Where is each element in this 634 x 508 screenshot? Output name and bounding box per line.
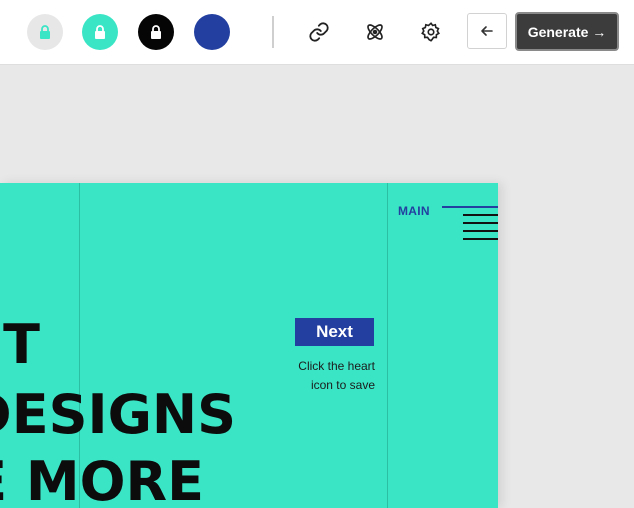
toolbar-divider [272,16,274,48]
generate-button[interactable]: Generate → [515,12,619,51]
lock-icon [95,25,105,39]
back-button[interactable] [467,13,507,49]
hint-line: Click the heart [298,359,375,373]
next-button[interactable]: Next [295,318,374,346]
hint-line: icon to save [310,378,375,392]
link-icon[interactable] [304,17,334,47]
lock-icon [151,25,161,39]
swatch-light[interactable] [27,14,63,50]
headline-line: E MORE [0,450,204,508]
atom-icon[interactable] [360,17,390,47]
swatch-blue[interactable] [194,14,230,50]
hamburger-menu-icon[interactable] [463,214,498,241]
swatch-black[interactable] [138,14,174,50]
headline-line: T [3,313,40,376]
headline-line: DESIGNS [0,383,236,446]
swatch-teal[interactable] [82,14,118,50]
guide-line [387,183,388,508]
save-hint: Click the heart icon to save [262,357,375,395]
lock-icon [40,25,50,39]
gear-icon[interactable] [416,17,446,47]
arrow-left-icon [481,26,493,36]
design-canvas: MAIN Next Click the heart icon to save T… [0,183,498,508]
brand-underline [442,206,498,208]
toolbar: Generate → [0,0,634,65]
brand-logo: MAIN [398,204,430,218]
